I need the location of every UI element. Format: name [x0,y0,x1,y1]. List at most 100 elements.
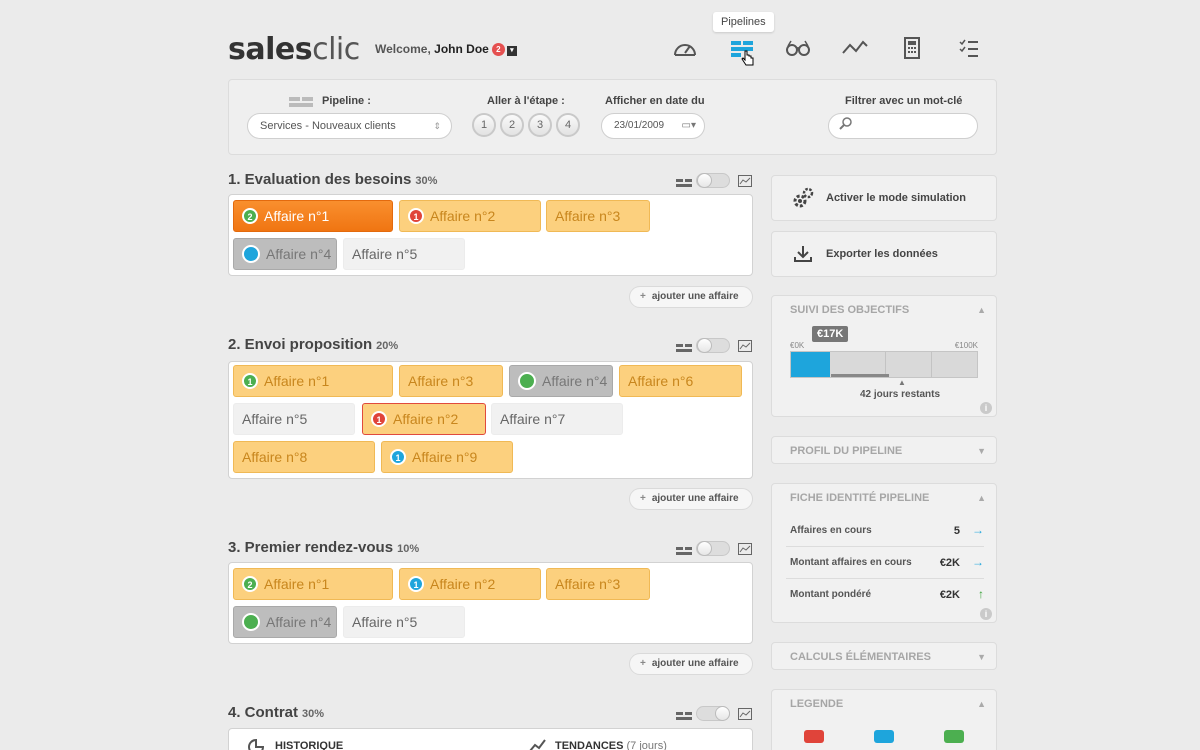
deal-card[interactable]: Affaire n°4 [233,606,337,638]
deal-card[interactable]: Affaire n°4 [233,238,337,270]
calculations-header[interactable]: CALCULS ÉLÉMENTAIRES ▼ [772,643,996,671]
export-data-button[interactable]: Exporter les données [771,231,997,277]
step-3-button[interactable]: 3 [528,113,552,137]
add-deal-button[interactable]: + ajouter une affaire [629,488,753,510]
chart-view-icon[interactable] [738,339,752,357]
deal-card[interactable]: 2 Affaire n°1 [233,200,393,232]
chevron-up-icon[interactable]: ▲ [977,484,986,512]
deal-card[interactable]: Affaire n°7 [491,403,623,435]
stage-3-percent: 10% [397,543,420,555]
objective-min: €0K [790,341,805,350]
logo[interactable]: salesclic [228,32,360,67]
stage-4-title: 4. Contrat 30% [228,704,325,721]
tab-historique[interactable]: HISTORIQUE [275,740,343,750]
status-dot [242,245,260,263]
stage-3-view-toggle[interactable] [696,541,730,556]
legend-header[interactable]: LEGENDE ▲ [772,690,996,718]
list-view-icon[interactable] [676,709,692,727]
chevron-up-icon[interactable]: ▲ [977,690,986,718]
date-value: 23/01/2009 [614,120,665,131]
arrow-up-icon[interactable]: ↑ [978,587,984,601]
deal-card[interactable]: 1 Affaire n°2 [399,568,541,600]
info-icon[interactable]: i [980,402,992,414]
deal-card[interactable]: 1 Affaire n°1 [233,365,393,397]
deal-card[interactable]: Affaire n°3 [546,568,650,600]
deal-card[interactable]: 1 Affaire n°2 [399,200,541,232]
deal-card[interactable]: Affaire n°8 [233,441,375,473]
list-view-icon[interactable] [676,544,692,562]
step-1-button[interactable]: 1 [472,113,496,137]
objectives-header[interactable]: SUIVI DES OBJECTIFS ▲ [772,296,996,324]
add-deal-button[interactable]: + ajouter une affaire [629,286,753,308]
pipeline-label: Pipeline : [322,95,371,107]
calculations-panel[interactable]: CALCULS ÉLÉMENTAIRES ▼ [771,642,997,670]
user-menu-chevron-icon[interactable]: ▾ [506,46,517,56]
dashboard-icon[interactable] [671,36,699,60]
badge-count: 2 [242,208,258,224]
notification-badge[interactable]: 2 [491,43,505,56]
calculator-icon[interactable] [898,36,926,60]
legend-panel: LEGENDE ▲ [771,689,997,750]
simulation-label: Activer le mode simulation [826,192,966,204]
badge-count: 1 [371,411,387,427]
objective-max: €100K [954,341,978,350]
deal-card[interactable]: Affaire n°6 [619,365,742,397]
badge-count: 1 [390,449,406,465]
stage-2-view-toggle[interactable] [696,338,730,353]
trends-icon [529,737,547,750]
deal-card[interactable]: Affaire n°5 [343,606,465,638]
objective-progress-fill [791,352,831,377]
pipeline-select-value: Services - Nouveaux clients [260,120,396,132]
stage-4-view-toggle[interactable] [696,706,730,721]
logo-text-b: clic [312,32,360,67]
stage-1-percent: 30% [415,175,438,187]
badge-count: 2 [242,576,258,592]
deal-card[interactable]: Affaire n°3 [546,200,650,232]
objective-progress-bar [790,351,978,378]
stage-1-deals: 2 Affaire n°1 1 Affaire n°2 Affaire n°3 Af… [228,194,753,276]
profile-header[interactable]: PROFIL DU PIPELINE ▼ [772,437,996,465]
arrow-right-icon[interactable]: → [972,555,984,569]
checklist-icon[interactable] [955,36,983,60]
keyword-search-input[interactable] [828,113,978,139]
deal-card[interactable]: 1 Affaire n°9 [381,441,513,473]
deal-card[interactable]: Affaire n°4 [509,365,613,397]
legend-swatch [804,730,824,743]
chevron-down-icon[interactable]: ▼ [977,437,986,465]
step-2-button[interactable]: 2 [500,113,524,137]
list-view-icon[interactable] [676,341,692,359]
chevron-down-icon[interactable]: ▼ [977,643,986,671]
arrow-right-icon[interactable]: → [972,523,984,537]
stage-1-title: 1. Evaluation des besoins 30% [228,171,438,188]
chart-view-icon[interactable] [738,542,752,560]
identity-row: Affaires en cours 5 → [790,523,984,537]
simulation-mode-button[interactable]: Activer le mode simulation [771,175,997,221]
chart-view-icon[interactable] [738,707,752,725]
identity-header[interactable]: FICHE IDENTITÉ PIPELINE ▲ [772,484,996,512]
profile-panel[interactable]: PROFIL DU PIPELINE ▼ [771,436,997,464]
deal-card[interactable]: 1 Affaire n°2 [362,403,486,435]
info-icon[interactable]: i [980,608,992,620]
tab-tendances[interactable]: TENDANCES (7 jours) [555,740,667,750]
stage-1-view-toggle[interactable] [696,173,730,188]
chart-view-icon[interactable] [738,174,752,192]
add-deal-button[interactable]: + ajouter une affaire [629,653,753,675]
stage-2-percent: 20% [376,340,399,352]
deal-card[interactable]: Affaire n°5 [233,403,355,435]
trend-icon[interactable] [841,36,869,60]
date-label: Afficher en date du [605,95,705,107]
glasses-icon[interactable] [784,36,812,60]
pipeline-select[interactable]: Services - Nouveaux clients ⇕ [247,113,452,139]
deal-card[interactable]: Affaire n°3 [399,365,503,397]
deal-card[interactable]: 2 Affaire n°1 [233,568,393,600]
deal-card[interactable]: Affaire n°5 [343,238,465,270]
list-view-icon[interactable] [676,176,692,194]
chevron-up-icon[interactable]: ▲ [977,296,986,324]
date-picker[interactable]: 23/01/2009 ▭▾ [601,113,705,139]
stage-3-controls [676,541,754,557]
calendar-icon[interactable]: ▭▾ [682,114,696,138]
user-name[interactable]: John Doe [434,42,489,56]
nav-tooltip: Pipelines [713,12,774,32]
step-4-button[interactable]: 4 [556,113,580,137]
logo-text-a: sales [228,32,313,67]
